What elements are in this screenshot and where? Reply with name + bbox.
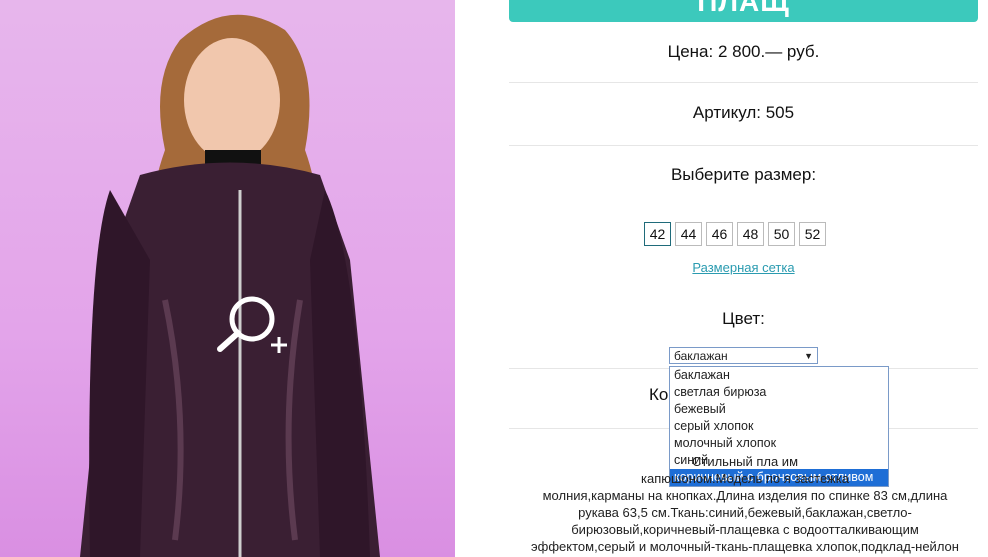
description-line: эффектом,серый и молочный-ткань-плащевка…: [531, 539, 959, 554]
description-line: рукава 63,5 см.Ткань:синий,бежевый,бакла…: [578, 505, 912, 520]
chevron-down-icon: ▼: [804, 351, 813, 361]
product-description: Стильный пла им капюшоном.Модель по я за…: [525, 453, 965, 555]
size-option-50[interactable]: 50: [768, 222, 795, 246]
size-option-46[interactable]: 46: [706, 222, 733, 246]
product-photo-illustration: [80, 14, 380, 557]
description-line: молния,карманы на кнопках.Длина изделия …: [542, 488, 948, 503]
description-line: бирюзовый,коричневый-плащевка с водоотта…: [571, 522, 919, 537]
color-option[interactable]: светлая бирюза: [670, 384, 888, 401]
color-option[interactable]: серый хлопок: [670, 418, 888, 435]
description-line: капюшоном.Модель по я застежка: [641, 471, 849, 486]
price: Цена: 2 800.— руб.: [667, 42, 820, 61]
color-label: Цвет:: [722, 309, 765, 328]
sku: Артикул: 505: [692, 103, 795, 122]
size-chart-link[interactable]: Размерная сетка: [509, 260, 978, 275]
color-option[interactable]: бежевый: [670, 401, 888, 418]
size-label: Выберите размер:: [670, 165, 817, 184]
color-select-value: баклажан: [674, 349, 728, 363]
size-option-52[interactable]: 52: [799, 222, 826, 246]
divider: [509, 82, 978, 83]
size-option-44[interactable]: 44: [675, 222, 702, 246]
color-select[interactable]: баклажан ▼: [669, 347, 818, 364]
color-option[interactable]: баклажан: [670, 367, 888, 384]
description-line: Стильный пла им: [691, 454, 799, 469]
zoom-plus-icon[interactable]: [215, 295, 295, 365]
product-title: ПЛАЩ: [509, 0, 978, 22]
quantity-label: Ко: [649, 385, 669, 404]
divider: [509, 145, 978, 146]
size-option-42[interactable]: 42: [644, 222, 671, 246]
product-photo[interactable]: [0, 0, 455, 557]
color-option[interactable]: молочный хлопок: [670, 435, 888, 452]
size-option-48[interactable]: 48: [737, 222, 764, 246]
size-selector: 42 44 46 48 50 52: [644, 222, 826, 246]
